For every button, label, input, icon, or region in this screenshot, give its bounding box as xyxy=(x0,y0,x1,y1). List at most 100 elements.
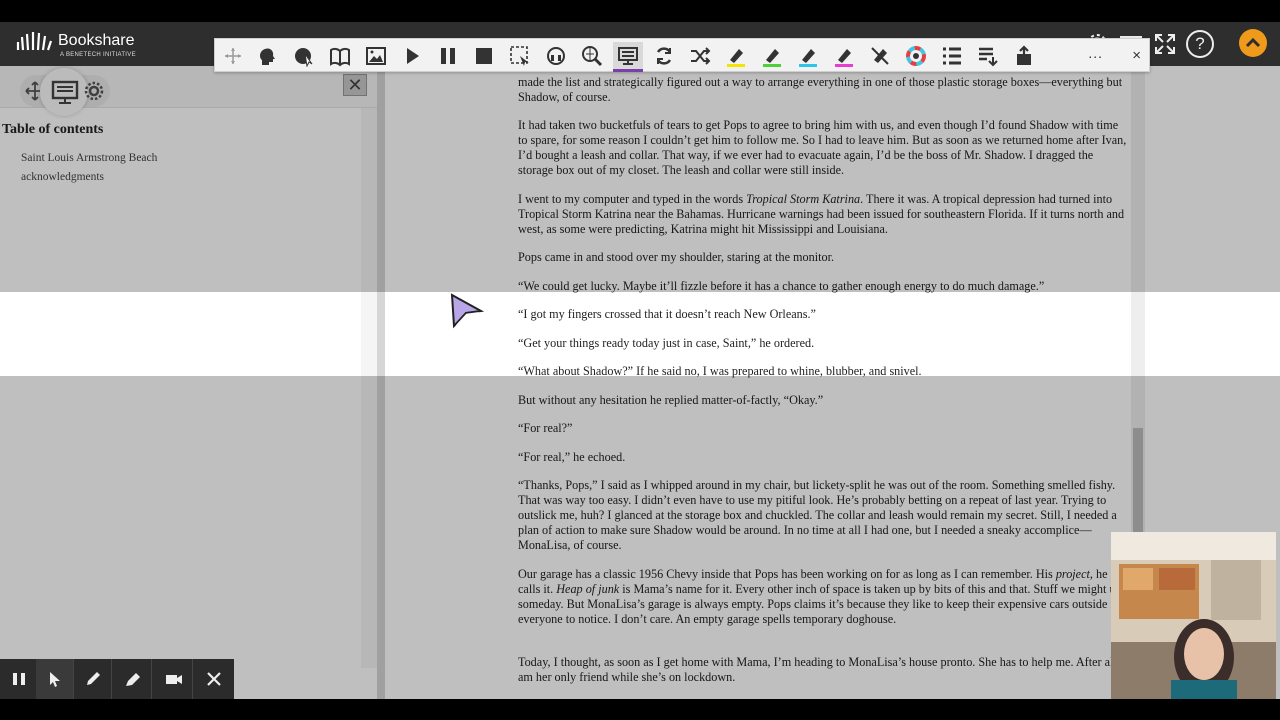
toolbar-highlight-green[interactable] xyxy=(760,44,784,68)
speak-head-icon xyxy=(260,48,275,65)
video-camera-icon xyxy=(165,675,182,684)
highlighter-pink-icon xyxy=(835,49,853,67)
help-button[interactable]: ? xyxy=(1186,30,1214,58)
recorder-highlighter-button[interactable] xyxy=(114,659,152,699)
recorder-webcam-button[interactable] xyxy=(155,659,193,699)
pause-icon xyxy=(441,48,455,64)
pause-icon xyxy=(12,673,25,685)
web-search-icon xyxy=(582,46,603,67)
toolbar-picture-dictionary[interactable] xyxy=(364,44,388,68)
texthelp-toolbar: ... × xyxy=(214,38,1150,72)
toolbar-collect-highlights[interactable] xyxy=(976,44,1000,68)
toolbar-stop[interactable] xyxy=(472,44,496,68)
italic-text: Tropical Storm Katrina xyxy=(746,192,861,206)
share-icon xyxy=(1017,45,1031,65)
paragraph: Today, I thought, as soon as I get home … xyxy=(518,655,1127,684)
recorder-close-button[interactable] xyxy=(195,659,233,699)
text-span: Our garage has a classic 1956 Chevy insi… xyxy=(518,567,1056,581)
play-icon xyxy=(407,48,419,64)
toolbar-screenshot-reader[interactable] xyxy=(508,44,532,68)
toolbar-color-wheel[interactable] xyxy=(904,44,928,68)
click-speak-icon xyxy=(295,48,313,67)
bookshare-logo[interactable]: Bookshare A BENETECH INITIATIVE xyxy=(14,28,136,58)
bookshare-logo-icon xyxy=(16,32,53,51)
toolbar-speak-head[interactable] xyxy=(255,44,279,68)
paragraph: “What about Shadow?” If he said no, I wa… xyxy=(518,364,922,378)
toolbar-random[interactable] xyxy=(688,44,712,68)
move-handle-icon xyxy=(225,48,241,64)
scroll-top-button[interactable] xyxy=(1239,29,1267,57)
paragraph: Pops came in and stood over my shoulder,… xyxy=(518,250,834,264)
toolbar-more-button[interactable]: ... xyxy=(1088,45,1103,61)
toolbar-highlight-clear[interactable] xyxy=(868,44,892,68)
toolbar-close-button[interactable]: × xyxy=(1132,47,1141,64)
recorder-pointer-button[interactable] xyxy=(36,659,74,699)
highlighter-green-icon xyxy=(763,49,781,67)
close-icon xyxy=(207,672,221,686)
sidebar-close-button[interactable]: ✕ xyxy=(343,74,367,96)
webcam-overlay xyxy=(1111,532,1276,699)
fullscreen-icon[interactable] xyxy=(1153,32,1177,56)
paragraph: But without any hesitation he replied ma… xyxy=(518,393,824,407)
sidebar-scrollbar[interactable] xyxy=(361,108,377,668)
paragraph: “Thanks, Pops,” I said as I whipped arou… xyxy=(518,478,1117,552)
toolbar-move-handle[interactable] xyxy=(221,44,245,68)
recorder-pen-button[interactable] xyxy=(74,659,112,699)
webcam-feed-image xyxy=(1111,532,1276,699)
toolbar-highlight-yellow[interactable] xyxy=(724,44,748,68)
screen-mask-icon xyxy=(510,46,529,66)
toc-item-saint-louis[interactable]: Saint Louis Armstrong Beach xyxy=(21,152,157,164)
paragraph: “For real,” he echoed. xyxy=(518,450,626,464)
gear-icon[interactable] xyxy=(84,81,104,101)
toolbar-highlight-pink[interactable] xyxy=(832,44,856,68)
picture-dictionary-icon xyxy=(366,47,386,65)
highlighter-yellow-icon xyxy=(727,49,745,67)
toolbar-share[interactable] xyxy=(1012,44,1036,68)
paragraph: “We could get lucky. Maybe it’ll fizzle … xyxy=(518,279,1045,293)
collect-highlights-icon xyxy=(979,47,998,67)
toc-title: Table of contents xyxy=(2,122,104,137)
paragraph: made the list and strategically figured … xyxy=(518,75,1123,104)
toolbar-translate[interactable] xyxy=(652,44,676,68)
highlighter-cyan-icon xyxy=(799,49,817,67)
toolbar-web-search[interactable] xyxy=(580,44,604,68)
toolbar-pause[interactable] xyxy=(436,44,460,68)
pointer-arrow-icon xyxy=(49,672,60,687)
top-black-strip xyxy=(0,0,1280,22)
logo-tagline: A BENETECH INITIATIVE xyxy=(60,52,136,58)
toolbar-screen-masking[interactable] xyxy=(613,42,643,72)
toc-item-acknowledgments[interactable]: acknowledgments xyxy=(21,171,104,183)
random-icon xyxy=(691,47,711,65)
color-wheel-icon xyxy=(906,46,926,66)
toolbar-play[interactable] xyxy=(400,44,424,68)
toolbar-list[interactable] xyxy=(940,44,964,68)
screen-masking-icon xyxy=(618,46,638,65)
italic-text: project, xyxy=(1055,567,1093,581)
mouse-cursor-icon xyxy=(450,293,484,329)
audio-maker-icon xyxy=(547,47,565,65)
translate-icon xyxy=(656,47,672,65)
pane-divider[interactable] xyxy=(377,66,385,699)
paragraph: I went to my computer and typed in the w… xyxy=(518,192,1130,237)
logo-name: Bookshare xyxy=(58,32,135,49)
list-icon xyxy=(943,47,961,65)
paragraph: Our garage has a classic 1956 Chevy insi… xyxy=(518,567,1130,627)
paragraph: “Get your things ready today just in cas… xyxy=(518,336,815,350)
toolbar-dictionary[interactable] xyxy=(328,44,352,68)
recorder-pause-button[interactable] xyxy=(0,659,38,699)
pen-icon xyxy=(86,672,100,685)
bottom-black-strip xyxy=(0,699,1280,720)
highlighter-icon xyxy=(125,673,140,686)
text-span: I went to my computer and typed in the w… xyxy=(518,192,747,206)
toolbar-highlight-cyan[interactable] xyxy=(796,44,820,68)
toc-sidebar: ✕ Table of contents Saint Louis Armstron… xyxy=(0,66,377,699)
dictionary-book-icon xyxy=(330,47,350,67)
reader-scroll-thumb[interactable] xyxy=(1133,428,1143,548)
paragraph-reading: “I got my fingers crossed that it doesn’… xyxy=(518,307,816,321)
stop-icon xyxy=(476,48,492,64)
toolbar-click-speak[interactable] xyxy=(292,44,316,68)
screen-recorder-bar xyxy=(0,659,234,699)
toolbar-audio-maker[interactable] xyxy=(544,44,568,68)
screen-presentation-icon xyxy=(51,80,79,104)
highlight-clear-icon xyxy=(871,47,889,65)
